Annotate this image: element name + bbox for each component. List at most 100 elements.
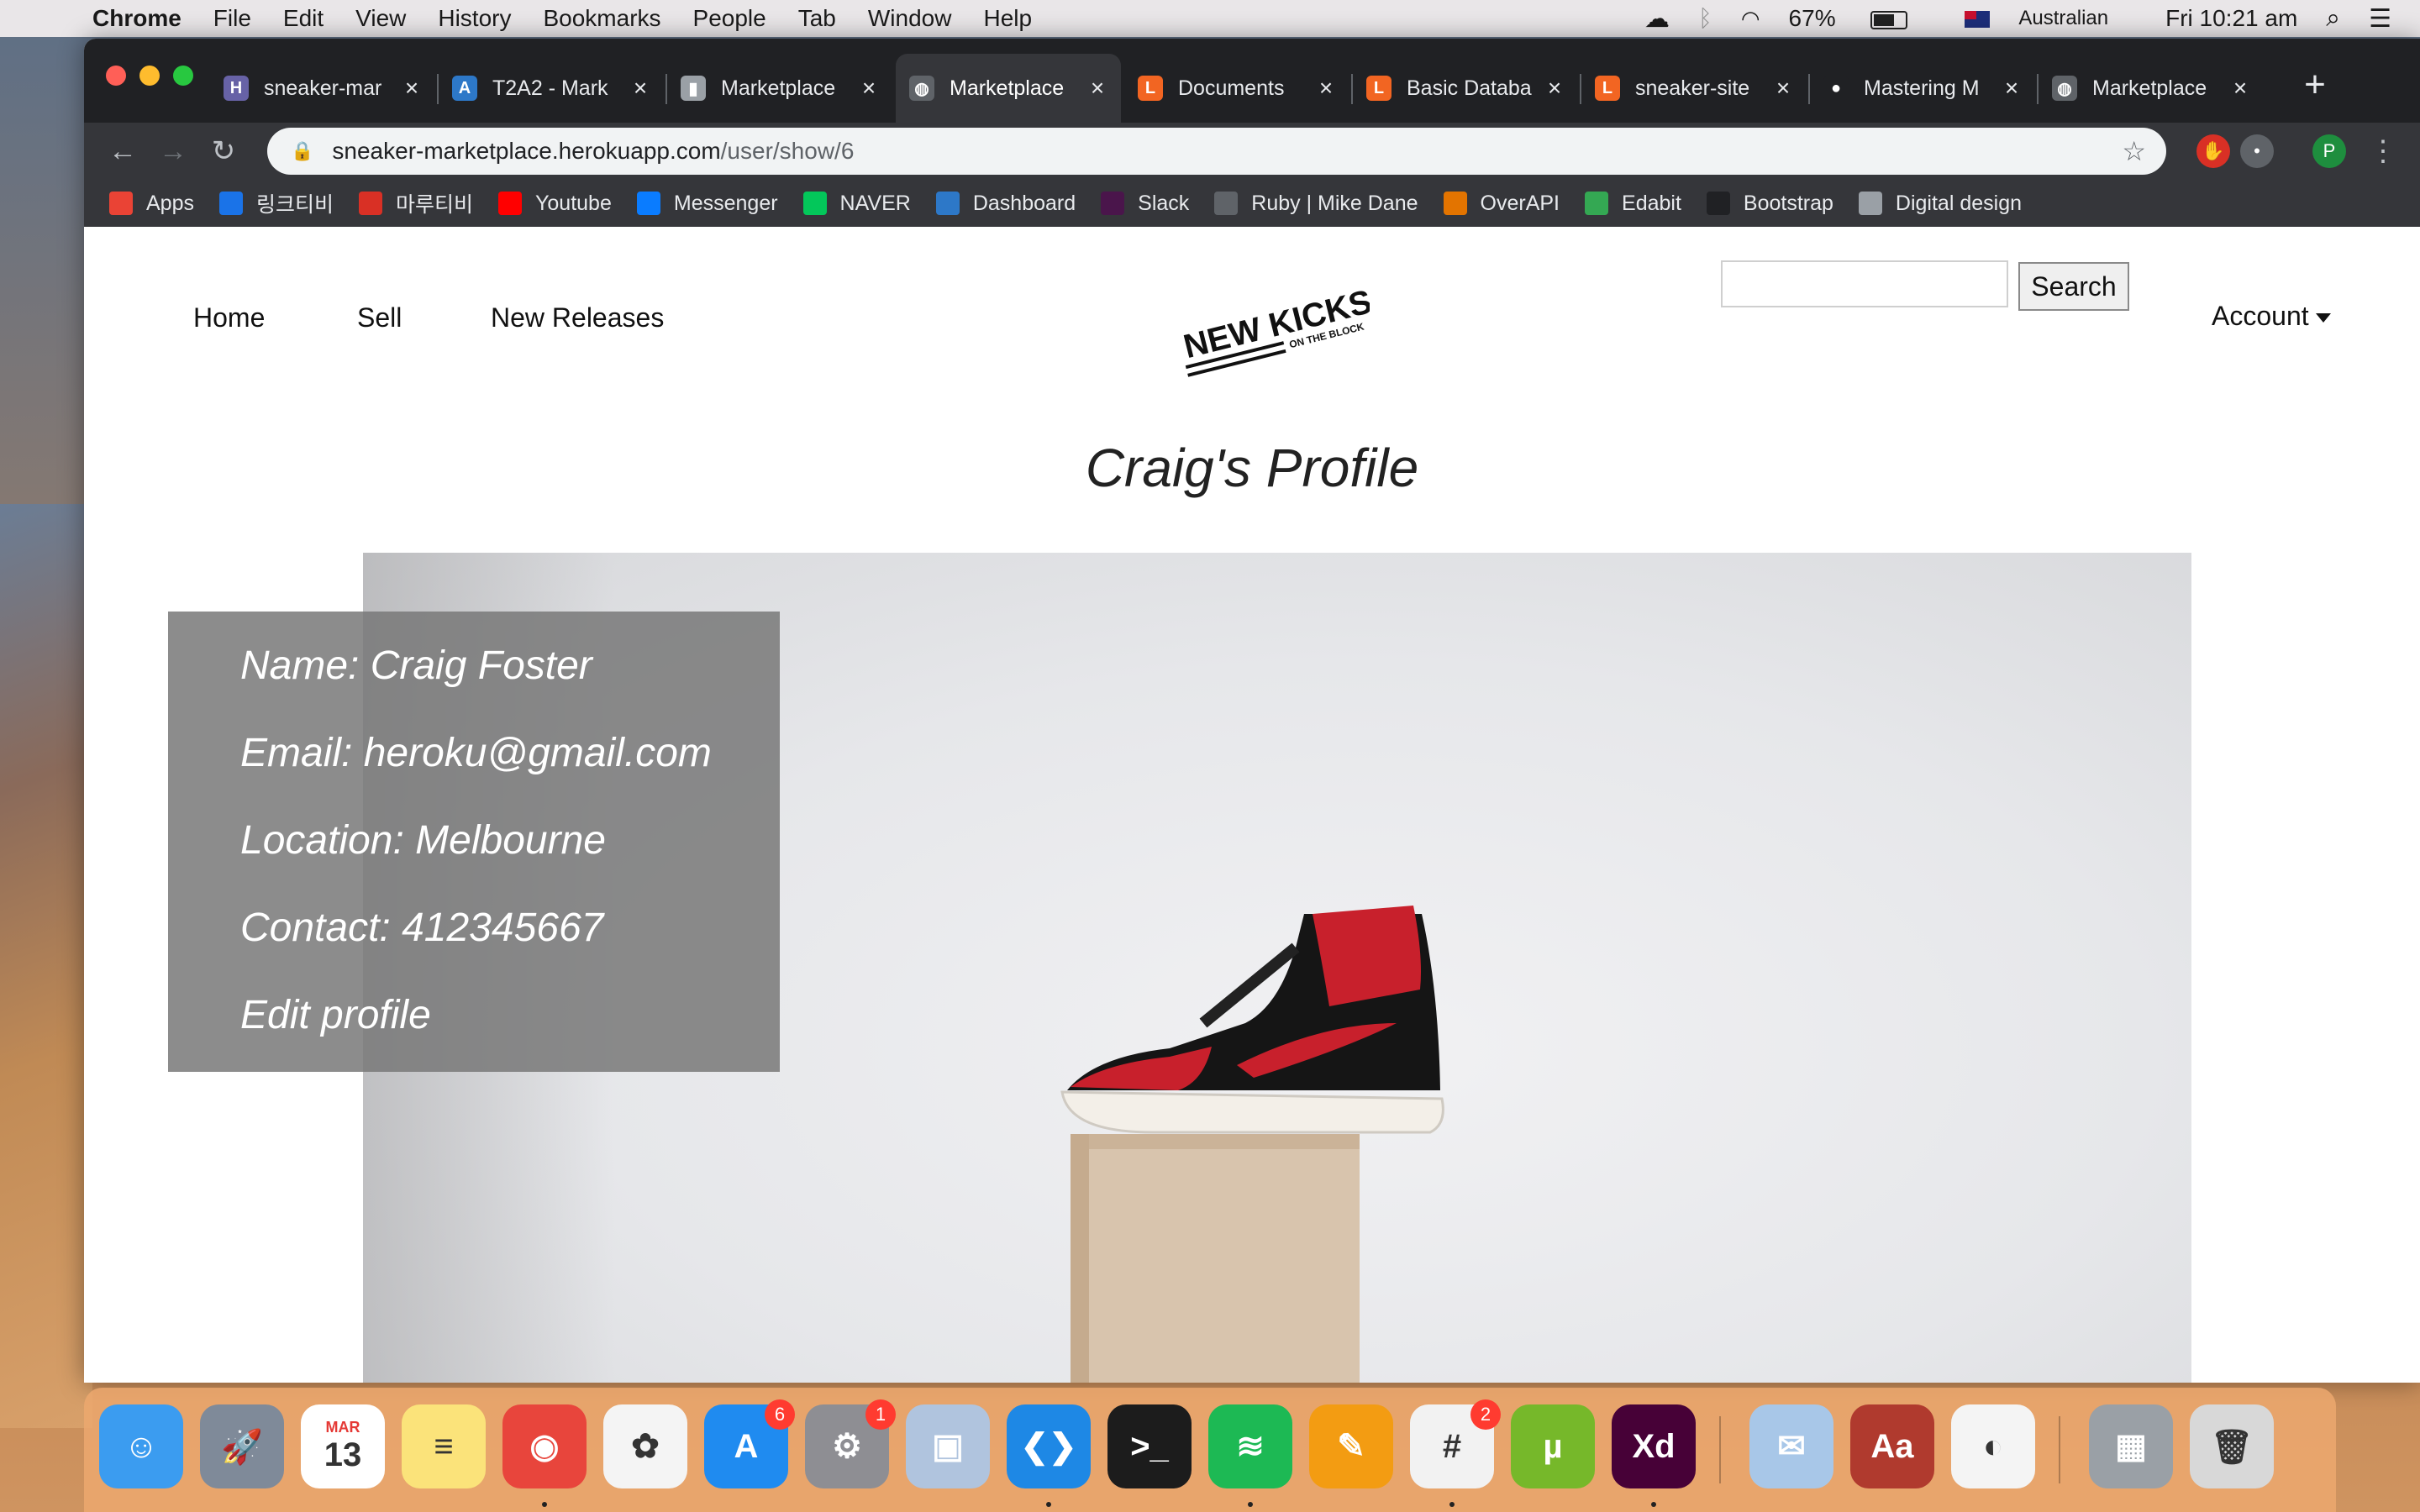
launchpad-icon[interactable]: 🚀 bbox=[200, 1404, 284, 1488]
photos-icon[interactable]: ✿ bbox=[603, 1404, 687, 1488]
reload-button[interactable]: ↻ bbox=[203, 131, 244, 171]
menu-tab[interactable]: Tab bbox=[798, 5, 836, 32]
tab-close-icon[interactable]: × bbox=[859, 75, 879, 102]
browser-tab[interactable]: Lsneaker-site × bbox=[1581, 54, 1807, 123]
address-bar[interactable]: 🔒 sneaker-marketplace.herokuapp.com/user… bbox=[267, 128, 2166, 175]
nav-sell-link[interactable]: Sell bbox=[357, 302, 402, 333]
vscode-icon[interactable]: ❮❯ bbox=[1007, 1404, 1091, 1488]
zoom-window-button[interactable] bbox=[173, 66, 193, 86]
macos-dock: ☺ 🚀 MAR 13 ≡ ◉ ✿ A 6 ⚙ 1 ▣ ❮❯ >_ ≋ ✎ #2 µ Xd ✉ Aa ◐ ▦ 🗑 bbox=[84, 1388, 2336, 1512]
finder-icon[interactable]: ☺ bbox=[99, 1404, 183, 1488]
tab-close-icon[interactable]: × bbox=[1544, 75, 1565, 102]
tab-close-icon[interactable]: × bbox=[1087, 75, 1107, 102]
menu-edit[interactable]: Edit bbox=[283, 5, 324, 32]
bookmark-item[interactable]: Bootstrap bbox=[1706, 192, 1833, 216]
lock-icon[interactable]: 🔒 bbox=[291, 140, 313, 162]
tab-close-icon[interactable]: × bbox=[630, 75, 650, 102]
spotlight-search-icon[interactable]: ⌕ bbox=[2326, 4, 2340, 33]
tab-close-icon[interactable]: × bbox=[2002, 75, 2022, 102]
extension-icon[interactable]: • bbox=[2240, 134, 2274, 168]
lucidchart-icon: L bbox=[1366, 76, 1392, 101]
profile-email: Email: heroku@gmail.com bbox=[240, 731, 712, 775]
tab-close-icon[interactable]: × bbox=[402, 75, 422, 102]
browser-tab[interactable]: ▮ Marketplace × bbox=[667, 54, 892, 123]
browser-tab[interactable]: A T2A2 - Mark × bbox=[439, 54, 664, 123]
new-tab-button[interactable]: + bbox=[2294, 64, 2336, 106]
bookmark-item[interactable]: 링크티비 bbox=[218, 188, 334, 218]
bookmark-item[interactable]: Messenger bbox=[636, 192, 778, 216]
preview-icon[interactable]: ▣ bbox=[906, 1404, 990, 1488]
nav-home-link[interactable]: Home bbox=[193, 302, 265, 333]
forward-button[interactable]: → bbox=[153, 131, 193, 171]
bookmark-star-icon[interactable]: ☆ bbox=[2122, 135, 2146, 167]
bookmark-item[interactable]: NAVER bbox=[802, 192, 911, 216]
pages-icon[interactable]: ✎ bbox=[1309, 1404, 1393, 1488]
browser-tab[interactable]: ◍ Marketplace × bbox=[896, 54, 1121, 123]
account-dropdown[interactable]: Account bbox=[2212, 301, 2331, 332]
battery-status[interactable]: 67% bbox=[1789, 5, 1937, 32]
calendar-icon[interactable]: MAR 13 bbox=[301, 1404, 385, 1488]
menu-clock[interactable]: Fri 10:21 am bbox=[2165, 5, 2297, 32]
bookmark-item[interactable]: Digital design bbox=[1858, 191, 2023, 216]
adblock-extension-icon[interactable]: ✋ bbox=[2196, 134, 2230, 168]
bookmark-item[interactable]: Dashboard bbox=[935, 192, 1076, 216]
bookmark-label: Digital design bbox=[1895, 191, 2023, 215]
chrome-menu-icon[interactable]: ⋮ bbox=[2363, 131, 2403, 171]
bookmark-item[interactable]: Youtube bbox=[498, 192, 612, 216]
browser-tab[interactable]: Hsneaker-mar × bbox=[210, 54, 435, 123]
profile-avatar[interactable]: P bbox=[2312, 134, 2346, 168]
notification-center-icon[interactable]: ☰ bbox=[2369, 4, 2391, 34]
bookmark-item[interactable]: 마루티비 bbox=[359, 188, 473, 218]
browser-tab[interactable]: ◍ Marketplace × bbox=[2039, 54, 2264, 123]
running-indicator bbox=[1046, 1502, 1051, 1507]
notes-icon[interactable]: ≡ bbox=[402, 1404, 486, 1488]
tab-close-icon[interactable]: × bbox=[1773, 75, 1793, 102]
bookmark-item[interactable]: Edabit bbox=[1585, 192, 1681, 216]
mail-icon[interactable]: ✉ bbox=[1749, 1404, 1833, 1488]
profile-contact: Contact: 412345667 bbox=[240, 906, 604, 950]
menu-window[interactable]: Window bbox=[868, 5, 952, 32]
browser-tab[interactable]: ● Mastering M × bbox=[1810, 54, 2035, 123]
tab-label: Marketplace bbox=[721, 76, 836, 100]
tab-label: T2A2 - Mark bbox=[492, 76, 608, 100]
menu-app-name[interactable]: Chrome bbox=[92, 5, 182, 32]
spotify-icon[interactable]: ≋ bbox=[1208, 1404, 1292, 1488]
adobe-xd-icon[interactable]: Xd bbox=[1612, 1404, 1696, 1488]
minimize-window-button[interactable] bbox=[139, 66, 160, 86]
nav-new-releases-link[interactable]: New Releases bbox=[491, 302, 664, 333]
search-input[interactable] bbox=[1721, 260, 2008, 307]
utorrent-icon[interactable]: µ bbox=[1511, 1404, 1595, 1488]
chrome-icon[interactable]: ◉ bbox=[502, 1404, 587, 1488]
menu-help[interactable]: Help bbox=[983, 5, 1032, 32]
bookmark-item[interactable]: Ruby | Mike Dane bbox=[1214, 192, 1418, 216]
menu-bookmarks[interactable]: Bookmarks bbox=[543, 5, 660, 32]
close-window-button[interactable] bbox=[106, 66, 126, 86]
edit-profile-link[interactable]: Edit profile bbox=[240, 986, 780, 1074]
bookmark-item[interactable]: OverAPI bbox=[1443, 192, 1560, 216]
bookmark-label: 링크티비 bbox=[255, 193, 334, 217]
bookmark-item[interactable]: Slack bbox=[1101, 192, 1189, 216]
bluetooth-icon[interactable]: ᛒ bbox=[1698, 5, 1712, 32]
messenger-icon bbox=[636, 192, 660, 215]
tab-close-icon[interactable]: × bbox=[1316, 75, 1336, 102]
menu-file[interactable]: File bbox=[213, 5, 251, 32]
dictionary-icon[interactable]: Aa bbox=[1850, 1404, 1934, 1488]
search-button[interactable]: Search bbox=[2018, 262, 2129, 311]
tab-label: Marketplace bbox=[2092, 76, 2207, 100]
downloads-stack-icon[interactable]: ▦ bbox=[2089, 1404, 2173, 1488]
back-button[interactable]: ← bbox=[103, 131, 143, 171]
menu-people[interactable]: People bbox=[693, 5, 766, 32]
new-kicks-logo[interactable]: NEW KICKS ON THE BLOCK bbox=[1168, 286, 1370, 378]
creative-cloud-icon[interactable]: ☁ bbox=[1644, 4, 1670, 34]
terminal-icon[interactable]: >_ bbox=[1107, 1404, 1192, 1488]
wifi-icon[interactable]: ◠ bbox=[1741, 6, 1760, 32]
menu-view[interactable]: View bbox=[355, 5, 406, 32]
browser-tab[interactable]: L Documents × bbox=[1124, 54, 1349, 123]
tab-close-icon[interactable]: × bbox=[2230, 75, 2250, 102]
bookmark-item[interactable]: Apps bbox=[109, 192, 194, 216]
trash-icon[interactable]: 🗑 bbox=[2190, 1404, 2274, 1488]
input-source[interactable]: Australian bbox=[1965, 7, 2137, 30]
browser-tab[interactable]: L Basic Databa × bbox=[1353, 54, 1578, 123]
sequel-pro-icon[interactable]: ◐ bbox=[1951, 1404, 2035, 1488]
menu-history[interactable]: History bbox=[438, 5, 511, 32]
